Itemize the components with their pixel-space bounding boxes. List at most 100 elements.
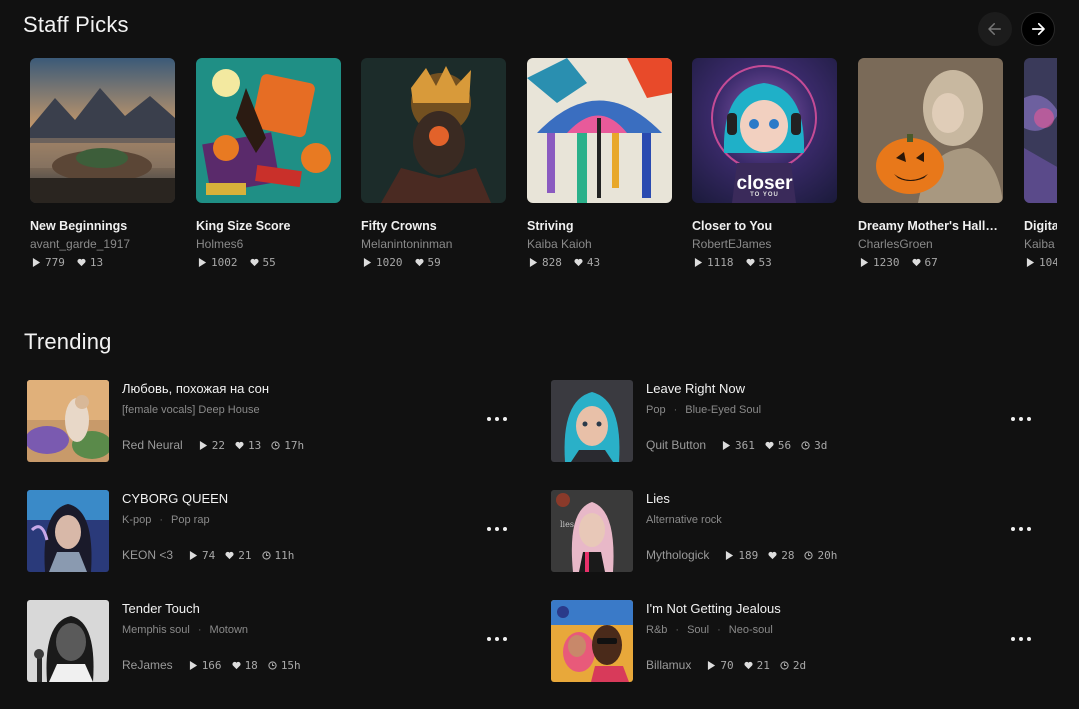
track-title[interactable]: I'm Not Getting Jealous	[646, 601, 781, 616]
card-title: Closer to You	[692, 219, 773, 233]
track-title[interactable]: Любовь, похожая на сон	[122, 381, 269, 396]
like-count: 67	[924, 256, 938, 269]
genre-tag[interactable]: Pop rap	[171, 514, 210, 526]
card-artist[interactable]: Kaiba	[1024, 237, 1057, 251]
track-age: 2d	[792, 658, 807, 672]
trending-heading: Trending	[24, 329, 112, 354]
arrow-right-icon	[1031, 22, 1045, 36]
song-card[interactable]: Striving Kaiba Kaioh 828 43	[527, 58, 672, 269]
trending-row[interactable]: Tender Touch Memphis soul · Motown ReJames…	[27, 600, 507, 682]
clock-icon	[271, 440, 280, 450]
trending-row[interactable]: CYBORG QUEEN K-pop · Pop rap KEON <3 74 21…	[27, 490, 507, 572]
carousel-prev-button[interactable]	[978, 12, 1012, 46]
play-icon	[32, 258, 41, 267]
more-options-button[interactable]	[1011, 634, 1031, 644]
track-artist[interactable]: Red Neural	[122, 438, 183, 452]
play-count: 104	[1039, 256, 1057, 269]
genre-tag[interactable]: Memphis soul	[122, 624, 190, 636]
trending-row[interactable]: Любовь, похожая на сон [female vocals] D…	[27, 380, 507, 462]
track-title[interactable]: Leave Right Now	[646, 381, 745, 396]
play-count: 70	[720, 658, 734, 672]
play-icon	[189, 550, 198, 560]
track-age: 3d	[814, 438, 828, 452]
genre-tag[interactable]: Alternative rock	[646, 514, 722, 526]
track-title[interactable]: Lies	[646, 491, 670, 506]
play-count: 361	[735, 438, 755, 452]
play-count: 1002	[211, 256, 238, 269]
card-artist[interactable]: CharlesGroen	[858, 237, 1003, 251]
trending-row[interactable]: lies Lies Alternative rock Mythologick 1…	[551, 490, 1031, 572]
song-card[interactable]: Digita Kaiba 104	[1024, 58, 1057, 269]
card-artist[interactable]: RobertEJames	[692, 237, 837, 251]
clock-icon	[801, 440, 810, 450]
clock-icon	[804, 550, 814, 560]
heart-icon	[232, 661, 241, 669]
arrow-left-icon	[988, 23, 1001, 35]
play-icon	[722, 440, 731, 450]
cover-art	[1024, 58, 1057, 203]
more-options-button[interactable]	[487, 634, 507, 644]
more-options-icon	[487, 417, 491, 421]
carousel-next-button[interactable]	[1021, 12, 1055, 46]
like-count: 28	[781, 548, 795, 562]
heart-icon	[765, 441, 774, 449]
play-count: 22	[211, 438, 225, 452]
card-artist[interactable]: Melanintoninman	[361, 237, 506, 251]
play-icon	[199, 440, 207, 450]
genre-tag[interactable]: R&b	[646, 624, 667, 636]
track-artist[interactable]: KEON <3	[122, 548, 173, 562]
track-thumbnail	[27, 600, 109, 682]
thumbnail-text: lies	[560, 520, 574, 529]
track-artist[interactable]: Quit Button	[646, 438, 706, 452]
track-artist[interactable]: ReJames	[122, 658, 173, 672]
genre-tag[interactable]: Neo-soul	[729, 624, 773, 636]
like-count: 13	[247, 438, 262, 452]
cover-art	[858, 58, 1003, 203]
play-count: 779	[45, 256, 65, 269]
more-options-button[interactable]	[487, 414, 507, 424]
track-artist[interactable]: Mythologick	[646, 548, 709, 562]
card-title: Dreamy Mother's Hallo...	[858, 219, 1003, 233]
genre-tag[interactable]: Motown	[210, 624, 249, 636]
track-artist[interactable]: Billamux	[646, 658, 691, 672]
like-count: 59	[427, 256, 441, 269]
more-options-button[interactable]	[1011, 414, 1031, 424]
cover-art	[527, 58, 672, 203]
more-options-button[interactable]	[1011, 524, 1031, 534]
play-count: 74	[202, 548, 216, 562]
card-artist[interactable]: avant_garde_1917	[30, 237, 175, 251]
track-age: 15h	[280, 658, 301, 672]
heart-icon	[911, 258, 921, 267]
heart-icon	[235, 441, 244, 449]
heart-icon	[744, 661, 753, 669]
track-age: 17h	[284, 438, 305, 452]
track-title[interactable]: Tender Touch	[122, 601, 200, 616]
like-count: 55	[262, 256, 276, 269]
song-card[interactable]: King Size Score Holmes6 1002 55	[196, 58, 341, 269]
more-options-icon	[1011, 637, 1015, 641]
more-options-icon	[487, 527, 491, 531]
song-card[interactable]: closer TO YOU Closer to You RobertEJames…	[692, 58, 837, 269]
genre-tag[interactable]: Soul	[687, 624, 709, 636]
song-card[interactable]: Fifty Crowns Melanintoninman 1020 59	[361, 58, 506, 269]
play-icon	[694, 258, 703, 267]
trending-row[interactable]: I'm Not Getting Jealous R&b · Soul · Neo-sou…	[551, 600, 1031, 682]
genre-tag[interactable]: Blue-Eyed Soul	[685, 404, 761, 416]
track-thumbnail	[551, 380, 633, 462]
like-count: 43	[586, 256, 601, 269]
play-icon	[189, 660, 197, 670]
trending-row[interactable]: Leave Right Now Pop · Blue-Eyed Soul Quit …	[551, 380, 1031, 462]
card-artist[interactable]: Kaiba Kaioh	[527, 237, 672, 251]
card-artist[interactable]: Holmes6	[196, 237, 341, 251]
genre-tag[interactable]: Pop	[646, 404, 666, 416]
more-options-icon	[1011, 417, 1015, 421]
song-card[interactable]: Dreamy Mother's Hallo... CharlesGroen 12…	[858, 58, 1003, 269]
song-card[interactable]: New Beginnings avant_garde_1917 779 13	[30, 58, 175, 269]
like-count: 21	[756, 658, 770, 672]
genre-tag[interactable]: [female vocals] Deep House	[122, 404, 260, 416]
genre-tag[interactable]: K-pop	[122, 514, 151, 526]
more-options-button[interactable]	[487, 524, 507, 534]
track-title[interactable]: CYBORG QUEEN	[122, 491, 228, 506]
cover-art	[196, 58, 341, 203]
play-count: 189	[738, 548, 759, 562]
